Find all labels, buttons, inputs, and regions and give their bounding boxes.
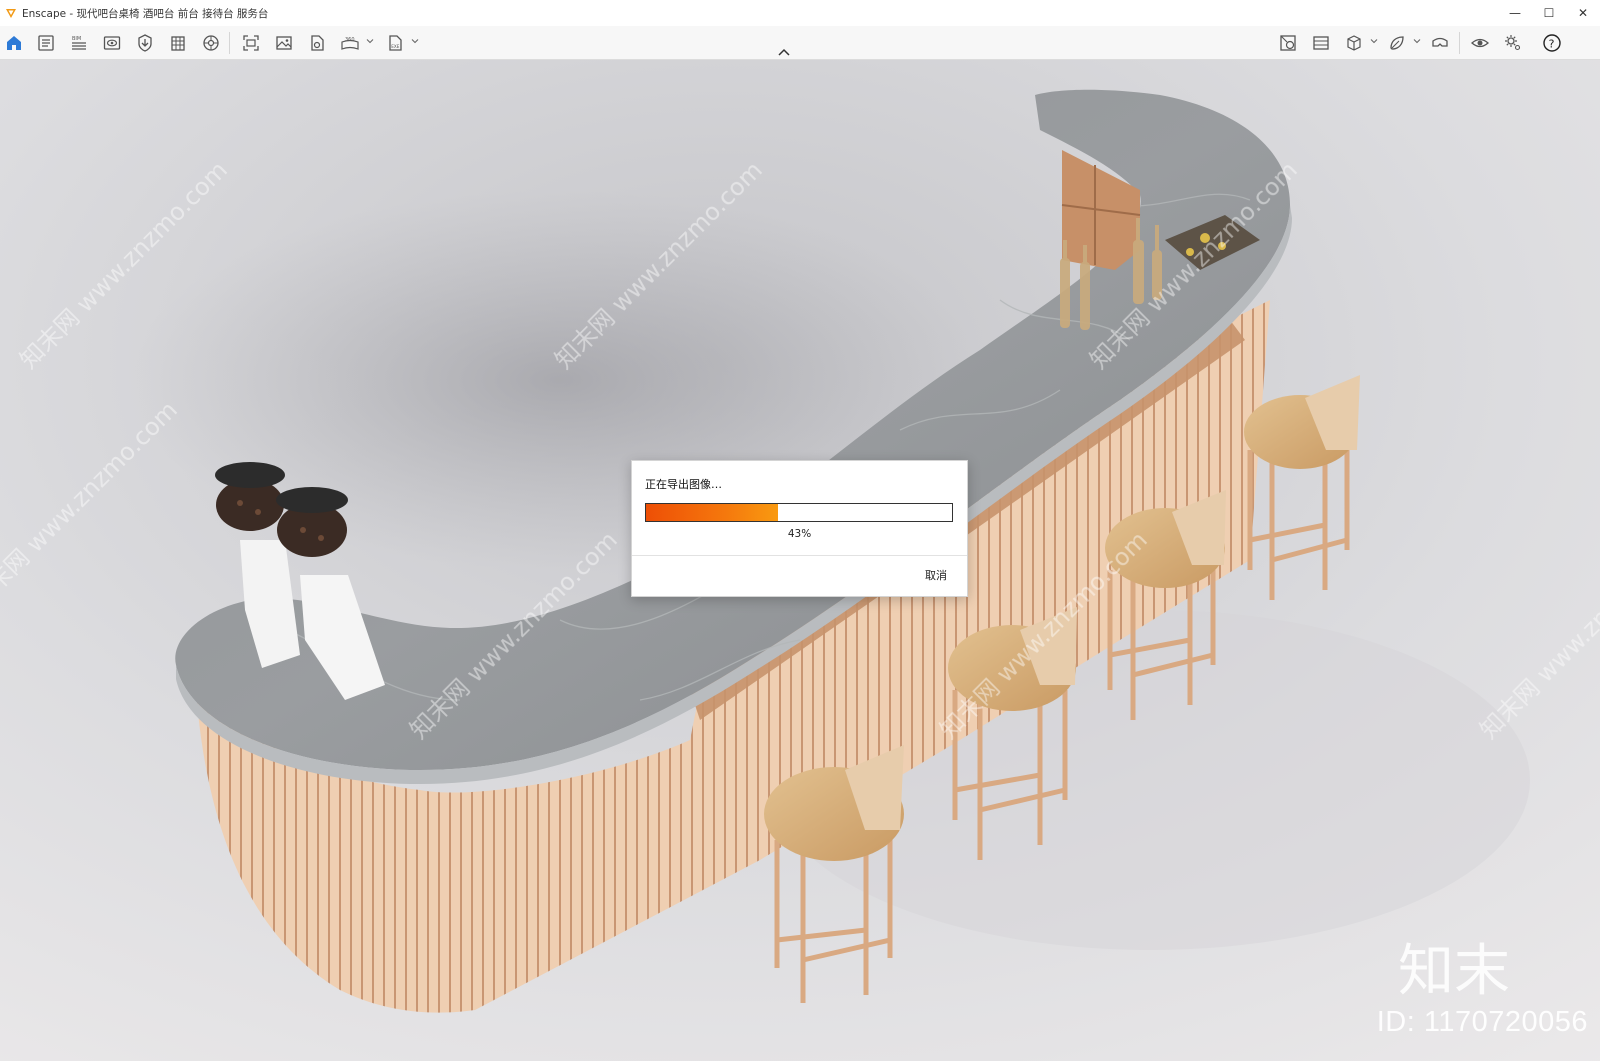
toolbar-separator	[1459, 32, 1460, 54]
visual-settings-icon	[103, 36, 121, 50]
chevron-down-icon[interactable]	[1413, 37, 1421, 45]
visibility-button[interactable]	[1467, 30, 1493, 56]
site-context-button[interactable]	[198, 30, 224, 56]
help-icon: ?	[1543, 34, 1561, 52]
window-title: Enscape - 现代吧台桌椅 酒吧台 前台 接待台 服务台	[22, 7, 269, 20]
render-image-icon	[276, 36, 292, 50]
settings-gear-icon	[1505, 35, 1521, 51]
sync-button[interactable]	[132, 30, 158, 56]
chevron-down-icon[interactable]	[366, 37, 374, 45]
cube-button[interactable]	[1341, 30, 1367, 56]
cancel-button[interactable]: 取消	[919, 565, 953, 585]
watermark-id: ID: 1170720056	[1376, 1006, 1588, 1038]
views-button[interactable]	[1308, 30, 1334, 56]
export-progress-dialog: 正在导出图像… 43% 取消	[631, 460, 968, 597]
export-progress-bar	[645, 503, 953, 522]
export-exe-button[interactable]: EXE	[382, 30, 408, 56]
dialog-title: 正在导出图像…	[645, 478, 722, 491]
material-editor-button[interactable]	[1275, 30, 1301, 56]
window-controls: — ☐ ✕	[1498, 0, 1600, 26]
screenshot-icon	[243, 35, 259, 51]
chevron-down-icon[interactable]	[411, 37, 419, 45]
minimize-button[interactable]: —	[1498, 0, 1532, 26]
panorama-button[interactable]: 360	[337, 30, 363, 56]
chevron-down-icon[interactable]	[1370, 37, 1378, 45]
svg-text:?: ?	[1549, 38, 1555, 51]
watermark-logo: 知末	[1398, 939, 1510, 1004]
svg-text:BIM: BIM	[72, 36, 81, 42]
bim-icon: BIM	[72, 36, 86, 50]
progress-percent-label: 43%	[787, 528, 812, 540]
toolbar-separator	[229, 32, 230, 54]
dialog-divider	[632, 555, 967, 556]
chevron-up-icon[interactable]	[773, 46, 795, 58]
enscape-logo-icon	[6, 9, 16, 18]
asset-library-icon	[38, 35, 54, 51]
building-icon	[171, 36, 185, 51]
cube-icon	[1347, 35, 1361, 51]
site-context-icon	[203, 35, 219, 51]
help-button[interactable]: ?	[1539, 30, 1565, 56]
batch-render-button[interactable]	[304, 30, 330, 56]
plugin-icon	[1390, 36, 1404, 50]
sync-icon	[138, 34, 152, 52]
home-icon	[7, 36, 21, 50]
home-button[interactable]	[1, 30, 27, 56]
vr-headset-button[interactable]	[1427, 30, 1453, 56]
bim-button[interactable]: BIM	[66, 30, 92, 56]
views-icon	[1313, 36, 1329, 50]
material-editor-icon	[1280, 35, 1296, 51]
visibility-icon	[1471, 38, 1489, 48]
progress-fill	[646, 504, 778, 521]
screenshot-button[interactable]	[238, 30, 264, 56]
close-button[interactable]: ✕	[1566, 0, 1600, 26]
visual-settings-button[interactable]	[99, 30, 125, 56]
settings-button[interactable]	[1500, 30, 1526, 56]
render-image-button[interactable]	[271, 30, 297, 56]
asset-library-button[interactable]	[33, 30, 59, 56]
batch-render-icon	[311, 35, 324, 51]
vr-headset-icon	[1432, 37, 1448, 47]
panorama-360-icon: 360	[341, 37, 359, 50]
svg-text:EXE: EXE	[391, 44, 400, 49]
title-bar: Enscape - 现代吧台桌椅 酒吧台 前台 接待台 服务台 — ☐ ✕	[0, 0, 1600, 27]
main-toolbar: BIM 360 EXE ?	[0, 26, 1600, 60]
maximize-button[interactable]: ☐	[1532, 0, 1566, 26]
plugin-button[interactable]	[1384, 30, 1410, 56]
building-button[interactable]	[165, 30, 191, 56]
export-exe-icon: EXE	[389, 35, 402, 51]
